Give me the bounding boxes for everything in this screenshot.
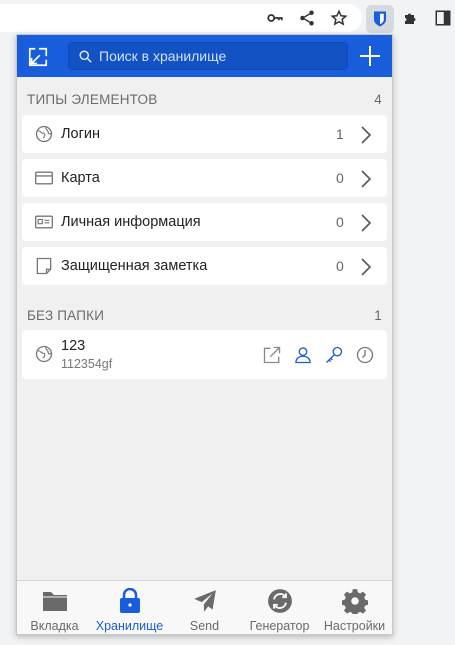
chevron-right-icon <box>359 125 373 145</box>
chevron-right-icon <box>359 169 373 189</box>
row-count: 0 <box>336 214 344 230</box>
row-count: 0 <box>336 258 344 274</box>
chevron-right-icon <box>359 213 373 233</box>
nofolder-section-header: БЕЗ ПАПКИ 1 <box>27 306 382 324</box>
chevron-right-icon <box>359 257 373 277</box>
clock-icon[interactable] <box>354 344 376 366</box>
gear-icon <box>341 587 369 615</box>
bitwarden-extension-icon[interactable] <box>366 5 394 33</box>
paper-plane-icon <box>191 587 219 615</box>
item-subtitle: 112354gf <box>61 357 113 371</box>
add-item-icon[interactable] <box>358 44 382 68</box>
credit-card-icon <box>34 168 54 188</box>
star-icon[interactable] <box>329 8 349 28</box>
tab-label: Генератор <box>249 619 310 633</box>
section-count: 1 <box>374 307 382 323</box>
refresh-icon <box>266 587 294 615</box>
search-icon <box>79 49 92 63</box>
note-icon <box>34 256 54 276</box>
tab-label: Send <box>189 619 220 633</box>
vault-content: ТИПЫ ЭЛЕМЕНТОВ 4 Логин 1 Карта 0 Личная … <box>17 77 392 580</box>
popup-header <box>17 35 392 77</box>
row-count: 0 <box>336 170 344 186</box>
lock-icon <box>116 587 144 615</box>
sidepanel-icon[interactable] <box>433 8 453 28</box>
folder-icon <box>41 587 69 615</box>
key-icon[interactable] <box>265 8 285 28</box>
search-input[interactable] <box>99 48 347 64</box>
type-row-login[interactable]: Логин 1 <box>22 115 387 153</box>
type-row-secure-note[interactable]: Защищенная заметка 0 <box>22 247 387 285</box>
row-label: Защищенная заметка <box>61 258 208 274</box>
bitwarden-popup: ТИПЫ ЭЛЕМЕНТОВ 4 Логин 1 Карта 0 <box>16 34 393 635</box>
type-row-card[interactable]: Карта 0 <box>22 159 387 197</box>
tab-label: Вкладка <box>30 619 79 633</box>
bottom-navigation: Вкладка Хранилище Send Генератор Настрой… <box>17 580 392 634</box>
section-title: ТИПЫ ЭЛЕМЕНТОВ <box>27 91 158 107</box>
type-row-identity[interactable]: Личная информация 0 <box>22 203 387 241</box>
row-label: Логин <box>61 126 100 142</box>
globe-icon <box>35 345 53 363</box>
copy-username-icon[interactable] <box>292 344 314 366</box>
launch-icon[interactable] <box>261 344 283 366</box>
tab-current-tab[interactable]: Вкладка <box>17 581 92 634</box>
share-icon[interactable] <box>297 8 317 28</box>
puzzle-icon[interactable] <box>401 8 421 28</box>
search-box[interactable] <box>68 42 348 70</box>
tab-label: Настройки <box>323 619 386 633</box>
tab-vault[interactable]: Хранилище <box>92 581 167 634</box>
tab-label: Хранилище <box>95 619 164 633</box>
globe-icon <box>34 124 54 144</box>
tab-send[interactable]: Send <box>167 581 242 634</box>
id-card-icon <box>34 212 54 232</box>
pop-out-icon[interactable] <box>27 46 49 68</box>
tab-generator[interactable]: Генератор <box>242 581 317 634</box>
tab-settings[interactable]: Настройки <box>317 581 392 634</box>
item-name: 123 <box>61 338 86 354</box>
row-label: Личная информация <box>61 214 201 230</box>
row-label: Карта <box>61 170 100 186</box>
row-count: 1 <box>336 126 344 142</box>
section-title: БЕЗ ПАПКИ <box>27 307 105 323</box>
browser-toolbar <box>0 0 455 36</box>
vault-item-row[interactable]: 123 112354gf <box>22 330 387 379</box>
types-section-header: ТИПЫ ЭЛЕМЕНТОВ 4 <box>27 90 382 108</box>
copy-password-icon[interactable] <box>323 344 345 366</box>
section-count: 4 <box>374 91 382 107</box>
